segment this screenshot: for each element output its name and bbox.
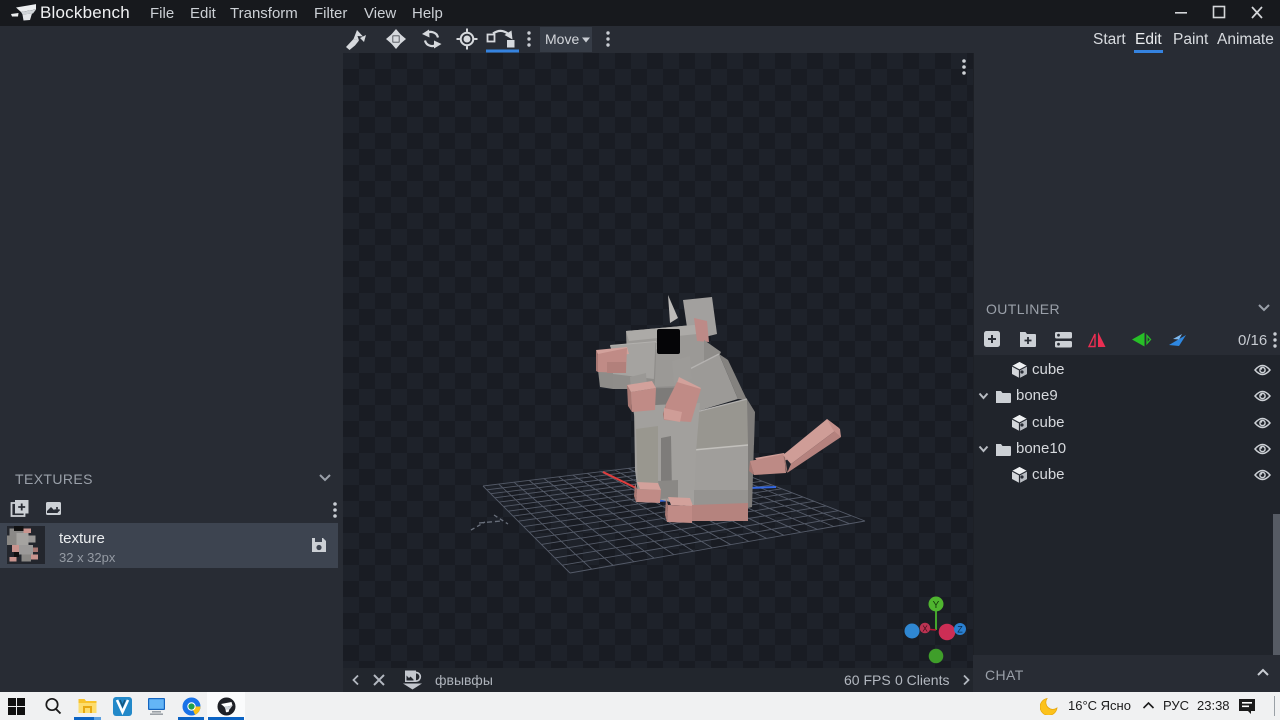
svg-text:0/16: 0/16 xyxy=(1238,332,1267,349)
svg-text:Move: Move xyxy=(545,31,579,47)
svg-text:Z: Z xyxy=(957,625,963,635)
svg-text:Y: Y xyxy=(933,600,940,611)
svg-text:X: X xyxy=(922,625,928,634)
